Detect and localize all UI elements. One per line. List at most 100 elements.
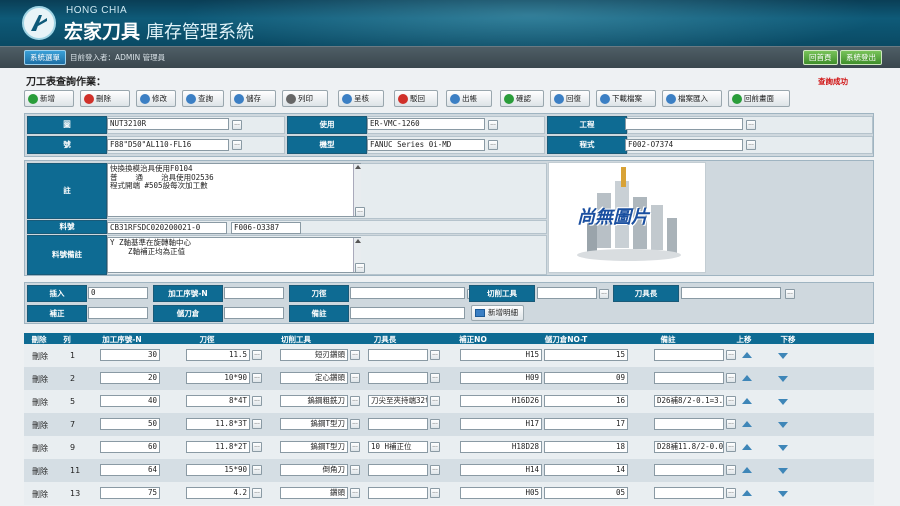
remark-cell-picker[interactable]: ... bbox=[726, 465, 736, 475]
remark-cell-picker[interactable]: ... bbox=[726, 373, 736, 383]
move-up-icon[interactable] bbox=[742, 352, 752, 358]
remark-cell-picker[interactable]: ... bbox=[726, 396, 736, 406]
remark-cell-field[interactable] bbox=[654, 372, 724, 384]
tool-length-picker-button[interactable]: ... bbox=[785, 289, 795, 299]
move-up-icon[interactable] bbox=[742, 467, 752, 473]
seq-cell-field[interactable]: 75 bbox=[100, 487, 160, 499]
drawing-picker-button[interactable]: ... bbox=[232, 120, 242, 130]
tool-cell-picker[interactable]: ... bbox=[350, 396, 360, 406]
process-picker-button[interactable]: ... bbox=[746, 120, 756, 130]
diameter-cell-picker[interactable]: ... bbox=[252, 442, 262, 452]
tool-cell-picker[interactable]: ... bbox=[350, 442, 360, 452]
machine-picker-button[interactable]: ... bbox=[488, 140, 498, 150]
remark-cell-field[interactable] bbox=[654, 487, 724, 499]
length-cell-picker[interactable]: ... bbox=[430, 488, 440, 498]
remark-cell-field[interactable] bbox=[654, 349, 724, 361]
compensation-cell-field[interactable]: H05 bbox=[460, 487, 542, 499]
tool-cell-picker[interactable]: ... bbox=[350, 465, 360, 475]
length-cell-picker[interactable]: ... bbox=[430, 442, 440, 452]
seq-cell-field[interactable]: 30 bbox=[100, 349, 160, 361]
tool-cell-picker[interactable]: ... bbox=[350, 373, 360, 383]
remark-field[interactable] bbox=[350, 307, 465, 319]
toolbar-add-button[interactable]: 新增 bbox=[24, 90, 74, 107]
compensation-cell-field[interactable]: H17 bbox=[460, 418, 542, 430]
note-textarea[interactable]: 快換換模治具使用F0104 普 通 治具使用O2536 程式開端 #505設每次… bbox=[107, 163, 361, 217]
move-up-icon[interactable] bbox=[742, 398, 752, 404]
remark-cell-picker[interactable]: ... bbox=[726, 488, 736, 498]
usage-field[interactable]: ER-VMC-1260 bbox=[367, 118, 485, 130]
insert-field[interactable]: 0 bbox=[88, 287, 148, 299]
length-cell-field[interactable]: 刀尖至夾持端32t bbox=[368, 395, 428, 407]
diameter-cell-field[interactable]: 15*90 bbox=[186, 464, 250, 476]
note-picker-button[interactable]: ... bbox=[355, 207, 365, 217]
move-up-icon[interactable] bbox=[742, 375, 752, 381]
move-down-icon[interactable] bbox=[778, 445, 788, 451]
seq-cell-field[interactable]: 64 bbox=[100, 464, 160, 476]
diameter-cell-field[interactable]: 8*4T bbox=[186, 395, 250, 407]
toolbar-save-button[interactable]: 儲存 bbox=[230, 90, 276, 107]
length-cell-picker[interactable]: ... bbox=[430, 350, 440, 360]
toolbar-edit-button[interactable]: 修改 bbox=[136, 90, 176, 107]
diameter-cell-field[interactable]: 10*90 bbox=[186, 372, 250, 384]
tool-cell-field[interactable]: 定心鑽頭 bbox=[280, 372, 348, 384]
remark-cell-field[interactable]: D26補8/2-0.1=3. bbox=[654, 395, 724, 407]
move-down-icon[interactable] bbox=[778, 491, 788, 497]
toolbar-back-button[interactable]: 回前畫面 bbox=[728, 90, 790, 107]
seq-cell-field[interactable]: 20 bbox=[100, 372, 160, 384]
length-cell-picker[interactable]: ... bbox=[430, 465, 440, 475]
move-down-icon[interactable] bbox=[778, 468, 788, 474]
remark-cell-picker[interactable]: ... bbox=[726, 350, 736, 360]
diameter-cell-picker[interactable]: ... bbox=[252, 373, 262, 383]
move-down-icon[interactable] bbox=[778, 422, 788, 428]
program-field[interactable]: F002-O7374 bbox=[625, 139, 743, 151]
storage-cell-field[interactable]: 09 bbox=[544, 372, 628, 384]
delete-row-link[interactable]: 刪除 bbox=[32, 489, 48, 500]
move-down-icon[interactable] bbox=[778, 353, 788, 359]
compensation-cell-field[interactable]: H18D28 bbox=[460, 441, 542, 453]
move-up-icon[interactable] bbox=[742, 421, 752, 427]
delete-row-link[interactable]: 刪除 bbox=[32, 443, 48, 454]
tool-length-field[interactable] bbox=[681, 287, 781, 299]
toolbar-delete-button[interactable]: 刪除 bbox=[80, 90, 130, 107]
number-field[interactable]: F88"D50"AL110-FL16 bbox=[107, 139, 229, 151]
diameter-cell-picker[interactable]: ... bbox=[252, 419, 262, 429]
add-detail-button[interactable]: 新增明細 bbox=[471, 305, 524, 321]
material-note-textarea[interactable]: Y Z軸基準在旋轉軸中心 Z軸補正均為正值 bbox=[107, 237, 361, 273]
remark-cell-picker[interactable]: ... bbox=[726, 442, 736, 452]
program-picker-button[interactable]: ... bbox=[746, 140, 756, 150]
storage-cell-field[interactable]: 05 bbox=[544, 487, 628, 499]
number-picker-button[interactable]: ... bbox=[232, 140, 242, 150]
material-code-field[interactable]: F006-O3387 bbox=[231, 222, 301, 234]
length-cell-picker[interactable]: ... bbox=[430, 396, 440, 406]
system-menu-button[interactable]: 系統選單 bbox=[24, 50, 66, 65]
toolbar-download-button[interactable]: 下載檔案 bbox=[596, 90, 656, 107]
storage-cell-field[interactable]: 15 bbox=[544, 349, 628, 361]
seq-field[interactable] bbox=[224, 287, 284, 299]
toolbar-reject-button[interactable]: 駁回 bbox=[394, 90, 438, 107]
tool-cell-field[interactable]: 倒角刀 bbox=[280, 464, 348, 476]
length-cell-field[interactable] bbox=[368, 349, 428, 361]
move-up-icon[interactable] bbox=[742, 444, 752, 450]
length-cell-picker[interactable]: ... bbox=[430, 373, 440, 383]
storage-cell-field[interactable]: 17 bbox=[544, 418, 628, 430]
seq-cell-field[interactable]: 60 bbox=[100, 441, 160, 453]
drawing-field[interactable]: NUT3210R bbox=[107, 118, 229, 130]
move-down-icon[interactable] bbox=[778, 376, 788, 382]
toolbar-confirm-button[interactable]: 確認 bbox=[500, 90, 544, 107]
cutting-tool-field[interactable] bbox=[537, 287, 597, 299]
length-cell-field[interactable] bbox=[368, 418, 428, 430]
material-field[interactable]: CB31RFSDC020200021-0 bbox=[107, 222, 227, 234]
tool-cell-picker[interactable]: ... bbox=[350, 488, 360, 498]
delete-row-link[interactable]: 刪除 bbox=[32, 466, 48, 477]
tool-cell-field[interactable]: 鎢鋼粗銑刀 bbox=[280, 395, 348, 407]
logout-button[interactable]: 系統登出 bbox=[840, 50, 882, 65]
diameter-cell-field[interactable]: 11.5 bbox=[186, 349, 250, 361]
machine-field[interactable]: FANUC Series 0i-MD bbox=[367, 139, 485, 151]
move-down-icon[interactable] bbox=[778, 399, 788, 405]
compensation-cell-field[interactable]: H16D26 bbox=[460, 395, 542, 407]
diameter-cell-picker[interactable]: ... bbox=[252, 465, 262, 475]
cutting-tool-picker-button[interactable]: ... bbox=[599, 289, 609, 299]
seq-cell-field[interactable]: 50 bbox=[100, 418, 160, 430]
toolbar-restore-button[interactable]: 回復 bbox=[550, 90, 590, 107]
diameter-cell-picker[interactable]: ... bbox=[252, 350, 262, 360]
